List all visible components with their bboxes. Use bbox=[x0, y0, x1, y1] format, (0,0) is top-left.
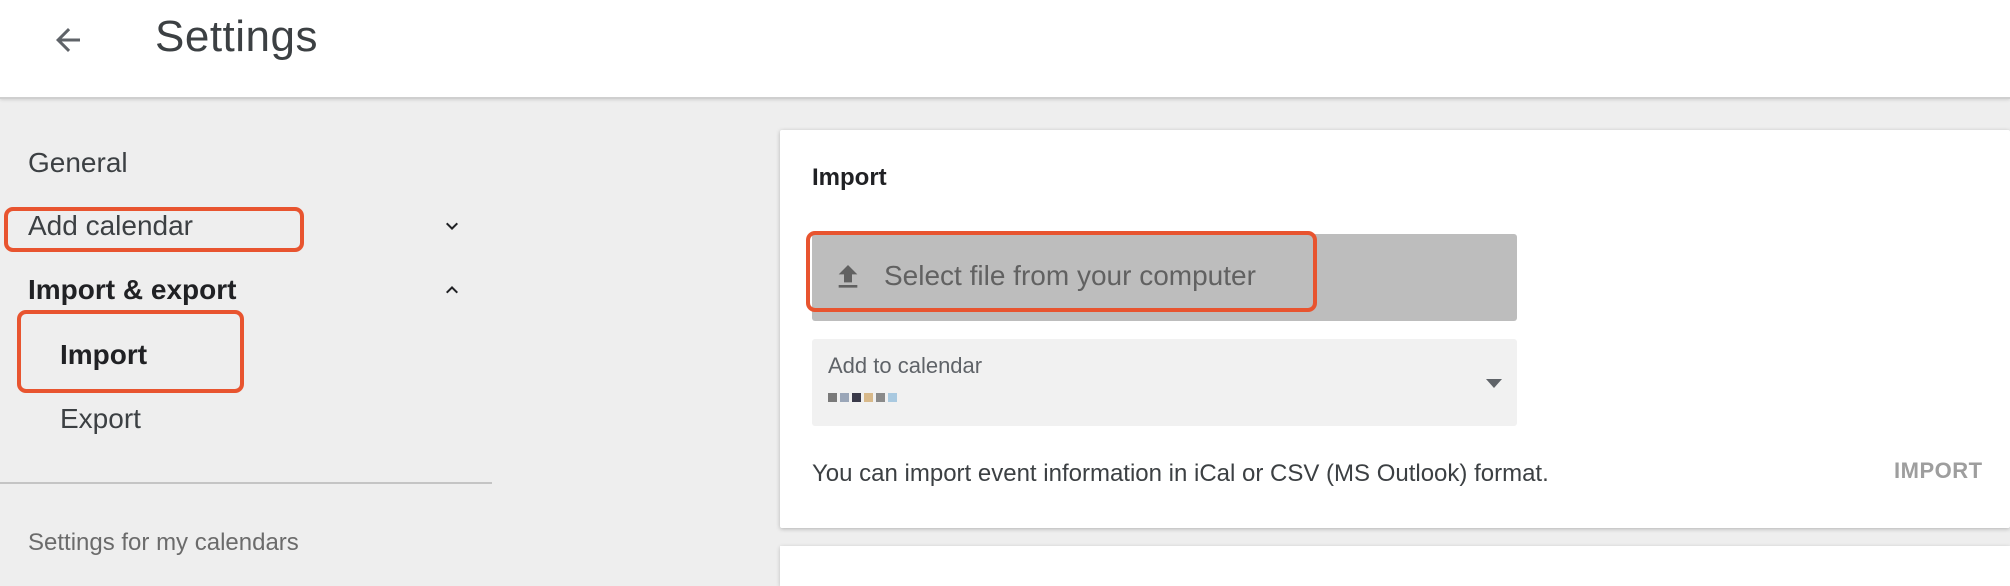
select-file-label: Select file from your computer bbox=[884, 260, 1256, 291]
dropdown-arrow-icon bbox=[1486, 379, 1502, 388]
sidebar-item-import[interactable]: Import bbox=[60, 339, 147, 371]
back-button[interactable] bbox=[40, 12, 96, 68]
sidebar-item-import-export[interactable]: Import & export bbox=[28, 274, 236, 306]
import-card: Import Select file from your computer Ad… bbox=[780, 130, 2010, 528]
upload-icon bbox=[838, 265, 858, 288]
section-label-my-calendars: Settings for my calendars bbox=[28, 529, 299, 556]
sidebar-item-add-calendar[interactable]: Add calendar bbox=[28, 210, 193, 242]
import-button[interactable]: IMPORT bbox=[1894, 458, 1983, 484]
calendar-select-value-redacted bbox=[828, 389, 897, 407]
chevron-down-icon[interactable] bbox=[440, 214, 464, 238]
chevron-up-icon[interactable] bbox=[440, 278, 464, 302]
calendar-select-label: Add to calendar bbox=[828, 353, 983, 378]
sidebar-item-export[interactable]: Export bbox=[60, 403, 141, 435]
page-title: Settings bbox=[155, 12, 318, 61]
arrow-back-icon bbox=[56, 28, 80, 52]
settings-sidebar: General Add calendar Import & export Imp… bbox=[0, 99, 492, 572]
calendar-select[interactable]: Add to calendar bbox=[812, 339, 1517, 426]
sidebar-item-general[interactable]: General bbox=[28, 147, 128, 179]
sidebar-divider bbox=[0, 482, 492, 484]
app-header: Settings bbox=[0, 0, 2010, 99]
export-card bbox=[780, 546, 2010, 586]
card-title: Import bbox=[812, 164, 887, 191]
import-info-text: You can import event information in iCal… bbox=[812, 460, 1549, 487]
select-file-button[interactable]: Select file from your computer bbox=[812, 234, 1517, 321]
